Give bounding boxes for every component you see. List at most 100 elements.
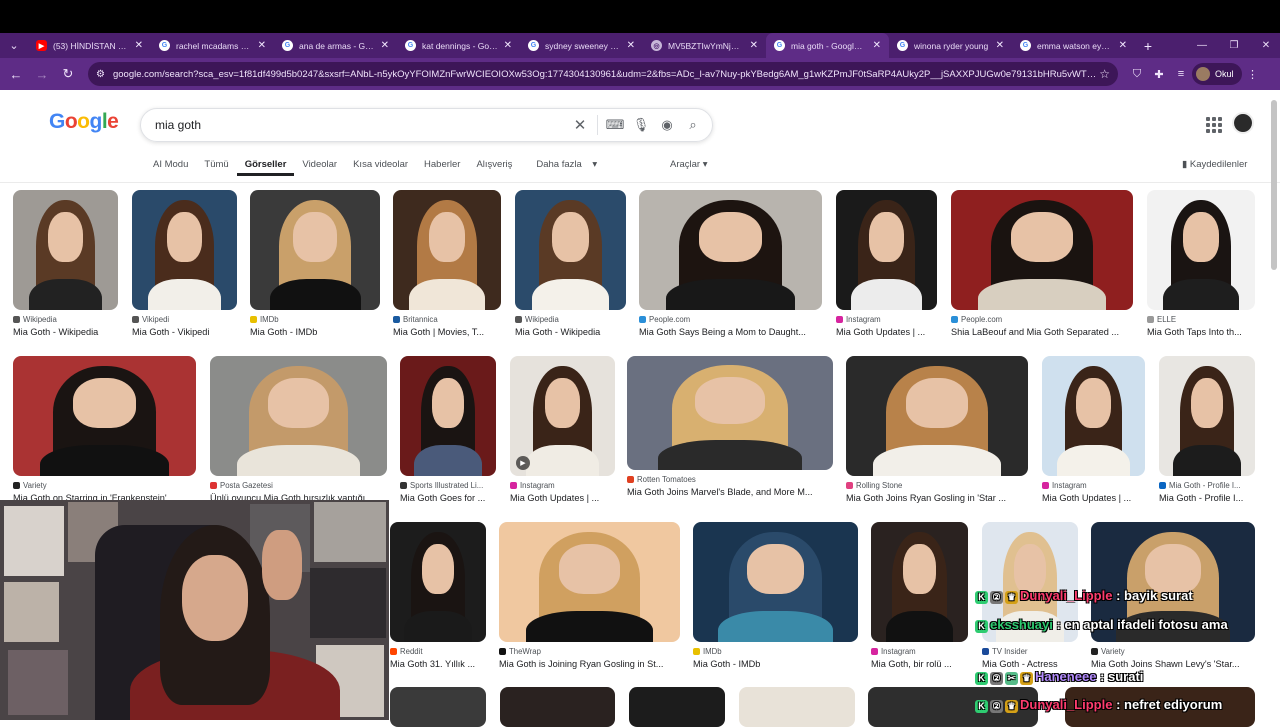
image-result-card[interactable] xyxy=(739,687,855,727)
image-result-card[interactable]: Britannica Mia Goth | Movies, T... xyxy=(393,190,501,337)
result-thumbnail[interactable] xyxy=(951,190,1133,310)
close-icon[interactable]: ✕ xyxy=(873,40,881,51)
result-title[interactable]: Mia Goth - Actress xyxy=(982,659,1078,669)
result-source[interactable]: Rotten Tomatoes xyxy=(627,475,833,484)
result-thumbnail[interactable] xyxy=(400,356,496,476)
image-result-card[interactable]: Wikipedia Mia Goth - Wikipedia xyxy=(13,190,118,337)
tab-rachel-mcadams[interactable]: Grachel mcadams - Go ✕ xyxy=(151,33,274,58)
kebab-menu-icon[interactable]: ⋮ xyxy=(1242,63,1264,85)
close-icon[interactable]: ✕ xyxy=(381,40,389,51)
result-thumbnail[interactable] xyxy=(639,190,822,310)
filter-more[interactable]: Daha fazla ▾ xyxy=(520,154,605,176)
result-thumbnail[interactable] xyxy=(13,356,196,476)
filter-news[interactable]: Haberler xyxy=(416,154,468,176)
image-result-card[interactable]: IMDb Mia Goth - IMDb xyxy=(250,190,380,337)
result-title[interactable]: Mia Goth - Profile I... xyxy=(1159,493,1255,503)
restore-icon[interactable]: ❐ xyxy=(1218,33,1250,58)
result-source[interactable]: TV Insider xyxy=(982,647,1078,656)
result-source[interactable]: Instagram xyxy=(836,315,937,324)
url-text[interactable]: google.com/search?sca_esv=1f81df499d5b02… xyxy=(113,69,1099,80)
result-thumbnail[interactable] xyxy=(499,522,680,642)
image-result-card[interactable]: ELLE Mia Goth Taps Into th... xyxy=(1147,190,1255,337)
result-source[interactable]: Britannica xyxy=(393,315,501,324)
result-source[interactable]: IMDb xyxy=(250,315,380,324)
tab-emma-watson[interactable]: Gemma watson eyes - ✕ xyxy=(1012,33,1135,58)
result-title[interactable]: Mia Goth - Vikipedi xyxy=(132,327,237,337)
filter-ai-mode[interactable]: AI Modu xyxy=(145,154,196,176)
lens-icon[interactable]: ◉ xyxy=(654,112,680,138)
result-title[interactable]: Mia Goth Updates | ... xyxy=(1042,493,1145,503)
image-result-card[interactable]: People.com Shia LaBeouf and Mia Goth Sepa… xyxy=(951,190,1133,337)
close-window-icon[interactable]: ✕ xyxy=(1250,33,1280,58)
result-thumbnail[interactable] xyxy=(210,356,387,476)
image-result-card[interactable]: Mia Goth - Profile I... Mia Goth - Profil… xyxy=(1159,356,1255,503)
result-title[interactable]: Mia Goth Says Being a Mom to Daught... xyxy=(639,327,822,337)
result-title[interactable]: Mia Goth Joins Ryan Gosling in 'Star ... xyxy=(846,493,1028,503)
reload-icon[interactable]: ↻ xyxy=(56,62,80,86)
close-icon[interactable]: ✕ xyxy=(627,40,635,51)
result-thumbnail[interactable]: ▶ xyxy=(510,356,615,476)
result-thumbnail[interactable] xyxy=(393,190,501,310)
image-result-card[interactable]: Rotten Tomatoes Mia Goth Joins Marvel's B… xyxy=(627,356,833,497)
extensions-puzzle-icon[interactable]: ✚ xyxy=(1148,63,1170,85)
result-source[interactable]: IMDb xyxy=(693,647,858,656)
image-result-card[interactable]: Rolling Stone Mia Goth Joins Ryan Gosling… xyxy=(846,356,1028,503)
result-source[interactable]: Variety xyxy=(13,481,196,490)
result-source[interactable]: Instagram xyxy=(510,481,615,490)
result-thumbnail[interactable] xyxy=(1147,190,1255,310)
result-title[interactable]: Mia Goth 31. Yıllık ... xyxy=(390,659,486,669)
bookmark-star-icon[interactable]: ☆ xyxy=(1099,67,1110,81)
result-source[interactable]: Rolling Stone xyxy=(846,481,1028,490)
result-thumbnail[interactable] xyxy=(13,190,118,310)
tab-search-chevron-icon[interactable]: ⌄ xyxy=(0,33,28,58)
result-thumbnail[interactable] xyxy=(500,687,615,727)
user-avatar[interactable] xyxy=(1232,112,1254,134)
result-title[interactable]: Mia Goth - IMDb xyxy=(693,659,858,669)
image-result-card[interactable]: Posta Gazetesi Ünlü oyuncu Mia Goth hırsı… xyxy=(210,356,387,503)
image-result-card[interactable]: People.com Mia Goth Says Being a Mom to D… xyxy=(639,190,822,337)
result-source[interactable]: Mia Goth - Profile I... xyxy=(1159,481,1255,490)
keyboard-icon[interactable]: ⌨ xyxy=(602,112,628,138)
filter-videos[interactable]: Videolar xyxy=(294,154,345,176)
image-result-card[interactable]: Variety Mia Goth on Starring in 'Frankens… xyxy=(13,356,196,503)
result-thumbnail[interactable] xyxy=(693,522,858,642)
result-source[interactable]: Wikipedia xyxy=(515,315,626,324)
result-thumbnail[interactable] xyxy=(739,687,855,727)
result-source[interactable]: Instagram xyxy=(871,647,968,656)
result-source[interactable]: People.com xyxy=(951,315,1133,324)
google-logo[interactable]: Google xyxy=(49,110,119,134)
close-icon[interactable]: ✕ xyxy=(996,40,1004,51)
image-result-card[interactable]: Vikipedi Mia Goth - Vikipedi xyxy=(132,190,237,337)
tab-sydney-sweeney[interactable]: Gsydney sweeney - Go ✕ xyxy=(520,33,643,58)
result-thumbnail[interactable] xyxy=(1042,356,1145,476)
filter-shopping[interactable]: Alışveriş xyxy=(468,154,520,176)
image-result-card[interactable] xyxy=(629,687,725,727)
result-source[interactable]: Instagram xyxy=(1042,481,1145,490)
filter-images[interactable]: Görseller xyxy=(236,154,295,176)
search-input[interactable] xyxy=(155,118,567,132)
result-thumbnail[interactable] xyxy=(250,190,380,310)
result-thumbnail[interactable] xyxy=(629,687,725,727)
microphone-icon[interactable]: 🎙 xyxy=(628,112,654,138)
tab-image-file[interactable]: ◎ MV5BZTIwYmNjMjc ✕ xyxy=(643,33,766,58)
result-title[interactable]: Mia Goth | Movies, T... xyxy=(393,327,501,337)
tools-button[interactable]: Araçlar ▾ xyxy=(670,159,708,170)
result-thumbnail[interactable] xyxy=(390,687,486,727)
profile-chip[interactable]: Okul xyxy=(1192,63,1242,85)
clear-icon[interactable]: ✕ xyxy=(567,112,593,138)
result-thumbnail[interactable] xyxy=(1159,356,1255,476)
result-thumbnail[interactable] xyxy=(871,522,968,642)
result-source[interactable]: Posta Gazetesi xyxy=(210,481,387,490)
tab-ana-de-armas[interactable]: Gana de armas - Goog ✕ xyxy=(274,33,397,58)
scrollbar[interactable] xyxy=(1271,100,1277,270)
new-tab-plus-icon[interactable]: + xyxy=(1135,38,1161,54)
url-bar[interactable]: ⚙ google.com/search?sca_esv=1f81df499d5b… xyxy=(88,62,1118,86)
result-thumbnail[interactable] xyxy=(132,190,237,310)
result-title[interactable]: Mia Goth Joins Shawn Levy's 'Star... xyxy=(1091,659,1255,669)
google-apps-icon[interactable] xyxy=(1204,115,1224,135)
result-source[interactable]: Sports Illustrated Li... xyxy=(400,481,496,490)
result-title[interactable]: Mia Goth is Joining Ryan Gosling in St..… xyxy=(499,659,680,669)
forward-arrow-icon[interactable]: → xyxy=(30,62,54,86)
result-title[interactable]: Mia Goth, bir rolü ... xyxy=(871,659,968,669)
image-result-card[interactable]: Instagram Mia Goth Updates | ... xyxy=(1042,356,1145,503)
